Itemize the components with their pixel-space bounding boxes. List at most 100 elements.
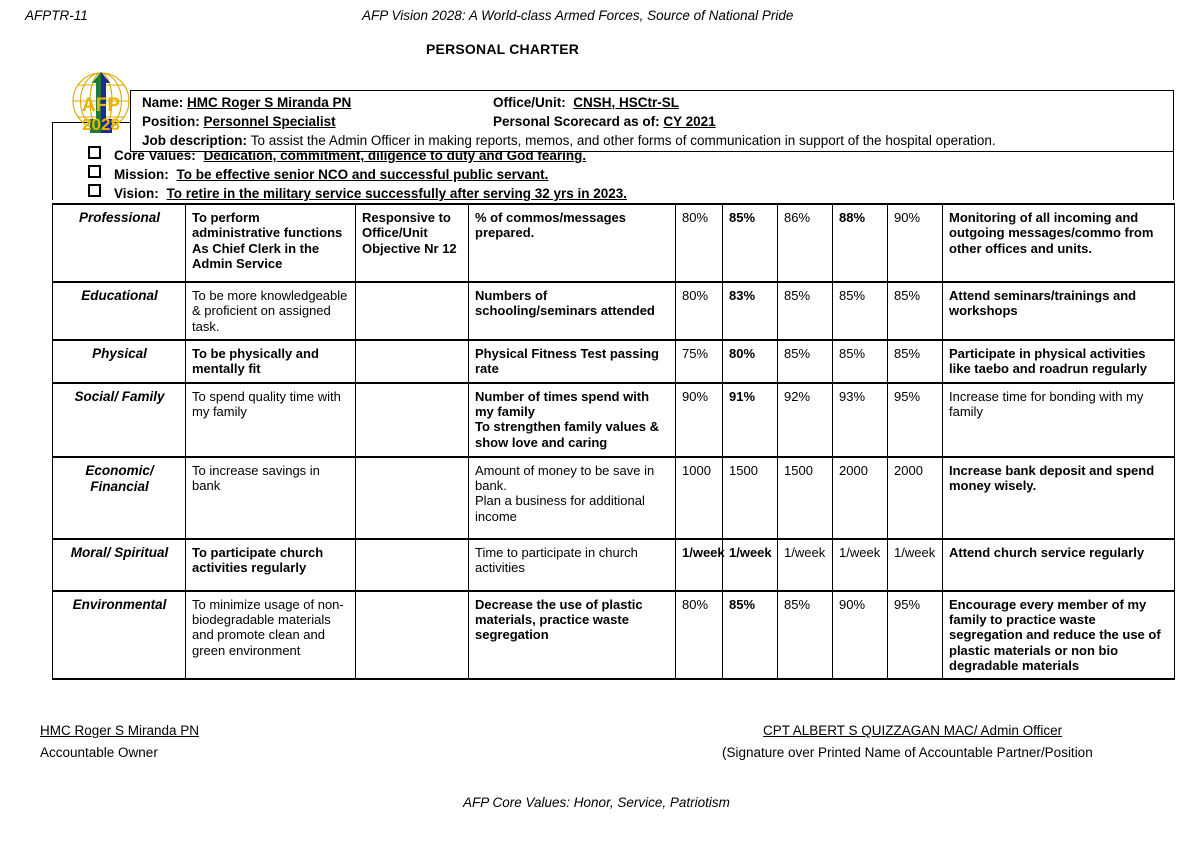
link-cell (355, 381, 469, 458)
target-cell-4: 85% (832, 281, 888, 341)
objective-cell: To perform administrative functions As Ch… (185, 203, 356, 283)
target-cell-2: 80% (722, 338, 778, 384)
indicator-cell: Numbers of schooling/seminars attended (468, 281, 676, 341)
objective-cell: To minimize usage of non-biodegradable m… (185, 589, 356, 681)
link-cell (355, 281, 469, 341)
afp-2028-logo-icon: AFP 2028 (62, 63, 140, 145)
indicator-cell: % of commos/messages prepared. (468, 203, 676, 283)
indicator-cell: Physical Fitness Test passing rate (468, 338, 676, 384)
position-value[interactable]: Personnel Specialist (204, 114, 336, 129)
area-cell: Social/ Family (52, 381, 186, 458)
target-cell-3: 85% (777, 281, 833, 341)
target-cell-1: 80% (675, 281, 723, 341)
remarks-cell: Attend seminars/trainings and workshops (942, 281, 1175, 341)
mission-line: Mission: To be effective senior NCO and … (88, 165, 627, 184)
target-cell-4: 1/week (832, 537, 888, 592)
indicator-cell: Amount of money to be save in bank. Plan … (468, 455, 676, 540)
target-cell-1: 80% (675, 203, 723, 283)
remarks-cell: Increase bank deposit and spend money wi… (942, 455, 1175, 540)
target-cell-2: 85% (722, 589, 778, 681)
area-cell: Economic/ Financial (52, 455, 186, 540)
table-row: Economic/ Financial To increase savings … (52, 455, 1175, 540)
target-cell-2: 1/week (722, 537, 778, 592)
scorecard-period-value[interactable]: CY 2021 (663, 114, 715, 129)
area-cell: Moral/ Spiritual (52, 537, 186, 592)
target-cell-3: 1500 (777, 455, 833, 540)
target-cell-4: 85% (832, 338, 888, 384)
partner-signature-name: CPT ALBERT S QUIZZAGAN MAC/ Admin Office… (763, 723, 1063, 738)
target-cell-4: 88% (832, 203, 888, 283)
remarks-cell: Encourage every member of my family to p… (942, 589, 1175, 681)
target-cell-1: 80% (675, 589, 723, 681)
target-cell-5: 95% (887, 381, 943, 458)
objective-cell: To be physically and mentally fit (185, 338, 356, 384)
scorecard-table: Professional To perform administrative f… (52, 203, 1175, 681)
objective-cell: To participate church activities regular… (185, 537, 356, 592)
table-row: Environmental To minimize usage of non-b… (52, 589, 1175, 681)
personal-charter-title: PERSONAL CHARTER (426, 41, 580, 57)
target-cell-5: 90% (887, 203, 943, 283)
mission-value[interactable]: To be effective senior NCO and successfu… (177, 167, 549, 182)
vision-line: Vision: To retire in the military servic… (88, 184, 627, 203)
target-cell-1: 75% (675, 338, 723, 384)
target-cell-4: 90% (832, 589, 888, 681)
target-cell-1: 90% (675, 381, 723, 458)
page-header: AFPTR-11 AFP Vision 2028: A World-class … (0, 8, 1200, 32)
target-cell-3: 85% (777, 338, 833, 384)
indicator-cell: Number of times spend with my family To s… (468, 381, 676, 458)
office-unit-label: Office/Unit: (493, 95, 566, 110)
charter-statements: Core Values: Dedication, commitment, dil… (88, 146, 627, 203)
target-cell-4: 2000 (832, 455, 888, 540)
afp-vision-title: AFP Vision 2028: A World-class Armed For… (362, 8, 794, 23)
area-cell: Educational (52, 281, 186, 341)
target-cell-3: 85% (777, 589, 833, 681)
target-cell-5: 85% (887, 281, 943, 341)
target-cell-5: 85% (887, 338, 943, 384)
office-unit-value[interactable]: CNSH, HSCtr-SL (573, 95, 679, 110)
table-row: Physical To be physically and mentally f… (52, 338, 1175, 384)
remarks-cell: Attend church service regularly (942, 537, 1175, 592)
checkbox-icon[interactable] (88, 184, 101, 197)
area-cell: Physical (52, 338, 186, 384)
link-cell (355, 338, 469, 384)
vision-value[interactable]: To retire in the military service succes… (167, 186, 627, 201)
target-cell-5: 95% (887, 589, 943, 681)
checkbox-icon[interactable] (88, 165, 101, 178)
scorecard-period-label: Personal Scorecard as of: (493, 114, 660, 129)
indicator-cell: Decrease the use of plastic materials, p… (468, 589, 676, 681)
link-cell (355, 455, 469, 540)
remarks-cell: Participate in physical activities like … (942, 338, 1175, 384)
checkbox-icon[interactable] (88, 146, 101, 159)
target-cell-4: 93% (832, 381, 888, 458)
remarks-cell: Increase time for bonding with my family (942, 381, 1175, 458)
objective-cell: To increase savings in bank (185, 455, 356, 540)
table-row: Social/ Family To spend quality time wit… (52, 381, 1175, 458)
job-description-row: Job description: To assist the Admin Off… (142, 133, 996, 148)
office-unit-row: Office/Unit: CNSH, HSCtr-SL (493, 95, 679, 110)
owner-signature-role: Accountable Owner (40, 745, 158, 760)
name-row: Name: HMC Roger S Miranda PN (142, 95, 423, 110)
link-cell (355, 537, 469, 592)
target-cell-1: 1000 (675, 455, 723, 540)
scorecard-period-row: Personal Scorecard as of: CY 2021 (493, 114, 716, 129)
target-cell-2: 85% (722, 203, 778, 283)
area-cell: Professional (52, 203, 186, 283)
link-cell (355, 589, 469, 681)
target-cell-1: 1/week (675, 537, 725, 592)
job-description-value[interactable]: To assist the Admin Officer in making re… (251, 133, 996, 148)
vision-label: Vision: (114, 186, 159, 201)
target-cell-3: 86% (777, 203, 833, 283)
objective-cell: To be more knowledgeable & proficient on… (185, 281, 356, 341)
target-cell-2: 83% (722, 281, 778, 341)
target-cell-2: 1500 (722, 455, 778, 540)
afp-core-values-footer: AFP Core Values: Honor, Service, Patriot… (463, 795, 730, 810)
position-label: Position: (142, 114, 200, 129)
logo-text-afp: AFP (82, 95, 120, 116)
owner-signature-name: HMC Roger S Miranda PN (40, 723, 200, 738)
name-value[interactable]: HMC Roger S Miranda PN (187, 95, 423, 110)
table-row: Moral/ Spiritual To participate church a… (52, 537, 1175, 592)
target-cell-3: 1/week (777, 537, 833, 592)
area-cell: Environmental (52, 589, 186, 681)
identity-box: Name: HMC Roger S Miranda PN Position: P… (130, 90, 1174, 152)
partner-signature-role: (Signature over Printed Name of Accounta… (722, 745, 1093, 760)
